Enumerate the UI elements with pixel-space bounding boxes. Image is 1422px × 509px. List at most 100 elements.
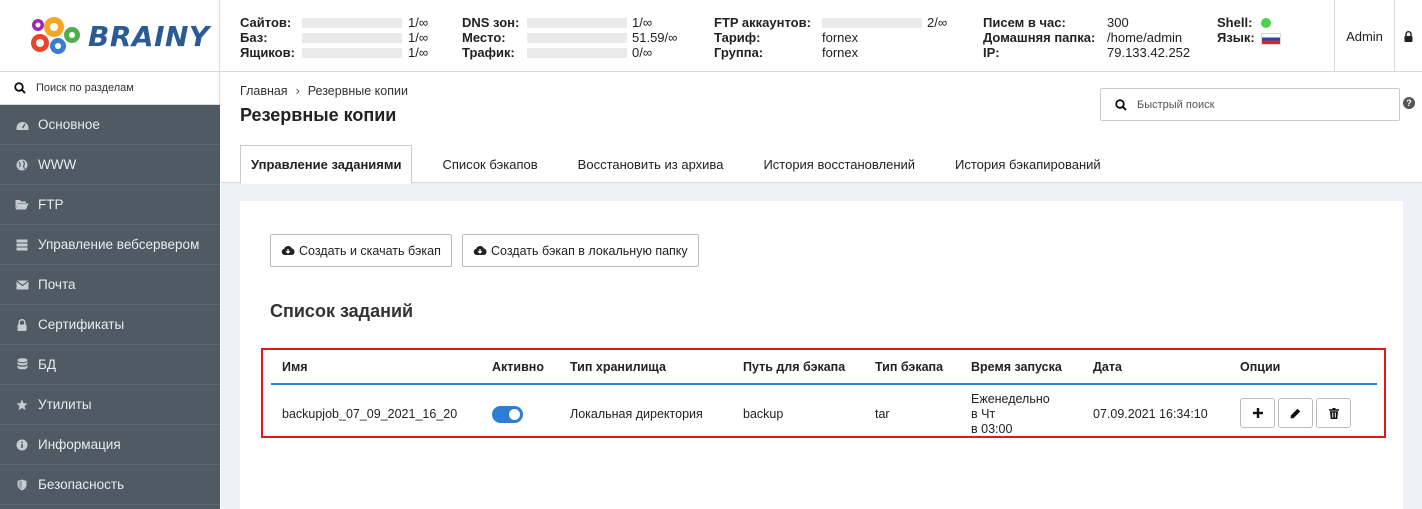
column-header-backup-type: Тип бэкапа xyxy=(875,360,944,374)
star-icon xyxy=(16,399,28,410)
stats-group-limits: Сайтов: 1/∞ Баз: 1/∞ Ящиков: 1/∞ xyxy=(240,15,448,60)
cloud-download-icon xyxy=(473,245,487,255)
tab-backup-list[interactable]: Список бэкапов xyxy=(422,145,557,183)
column-header-date: Дата xyxy=(1093,360,1122,374)
sidebar-item-label: Утилиты xyxy=(38,397,92,412)
sidebar-item-webserver[interactable]: Управление вебсервером xyxy=(0,225,220,265)
job-backup-path: backup xyxy=(743,407,784,421)
stats-group-shell-lang: Shell: Язык: xyxy=(1217,15,1281,45)
stat-label: Сайтов: xyxy=(240,15,292,30)
sidebar-search[interactable]: Поиск по разделам xyxy=(0,72,220,105)
button-label: Создать и скачать бэкап xyxy=(299,243,441,258)
breadcrumb-home-link[interactable]: Главная xyxy=(240,84,288,98)
envelope-icon xyxy=(15,279,29,289)
sidebar-item-databases[interactable]: БД xyxy=(0,345,220,385)
stat-value: 1/∞ xyxy=(632,15,653,30)
help-icon[interactable]: ? xyxy=(1403,97,1415,109)
sidebar-item-information[interactable]: Информация xyxy=(0,425,220,465)
stat-label: IP: xyxy=(983,45,1000,60)
trash-icon xyxy=(1328,407,1339,419)
stat-ftp-accounts: FTP аккаунтов: 2/∞ xyxy=(714,15,947,30)
lock-icon xyxy=(17,318,27,331)
stat-traffic: Трафик: 0/∞ xyxy=(462,45,692,60)
info-icon xyxy=(16,439,28,450)
stat-label: Трафик: xyxy=(462,45,515,60)
jobs-list-title: Список заданий xyxy=(270,301,414,321)
russian-flag-icon[interactable] xyxy=(1261,33,1281,45)
usage-bar xyxy=(302,47,402,58)
job-edit-button[interactable] xyxy=(1278,398,1313,428)
breadcrumb-chevron-icon: › xyxy=(295,84,300,98)
stat-shell: Shell: xyxy=(1217,15,1281,30)
search-icon xyxy=(1115,98,1127,111)
sidebar-item-mail[interactable]: Почта xyxy=(0,265,220,305)
jobs-table-header: Имя Активно Тип хранилища Путь для бэкап… xyxy=(271,350,1377,385)
sidebar-item-label: Информация xyxy=(38,437,121,452)
main-content: Главная › Резервные копии Резервные копии … xyxy=(221,72,1422,509)
stat-value: fornex xyxy=(822,45,859,60)
sidebar-item-label: БД xyxy=(38,357,57,372)
stat-value: 1/∞ xyxy=(408,30,429,45)
sidebar-item-certificates[interactable]: Сертификаты xyxy=(0,305,220,345)
quick-search-placeholder: Быстрый поиск xyxy=(1137,98,1215,111)
usage-bar xyxy=(527,32,627,43)
gears-logo-icon xyxy=(31,17,80,54)
stats-group-resources: DNS зон: 1/∞ Место: 51.59/∞ Трафик: 0/∞ xyxy=(462,15,692,60)
sidebar: Поиск по разделам Основное WWW FTP Управ… xyxy=(0,72,220,509)
tab-manage-jobs[interactable]: Управление заданиями xyxy=(240,145,413,184)
sidebar-item-security[interactable]: Безопасность xyxy=(0,465,220,505)
stat-label: Ящиков: xyxy=(240,45,295,60)
create-local-backup-button[interactable]: Создать бэкап в локальную папку xyxy=(462,234,699,267)
tab-restore-from-archive[interactable]: Восстановить из архива xyxy=(558,145,744,183)
run-time-line: Еженедельно xyxy=(971,392,1050,406)
lock-icon xyxy=(1404,30,1413,42)
stat-language: Язык: xyxy=(1217,30,1281,45)
sidebar-item-label: Почта xyxy=(38,277,76,292)
job-run-time: Еженедельно в Чт в 03:00 xyxy=(971,392,1050,437)
stat-disk-space: Место: 51.59/∞ xyxy=(462,30,692,45)
sidebar-item-label: Сертификаты xyxy=(38,317,125,332)
stat-value: /home/admin xyxy=(1107,30,1183,45)
stat-value: 0/∞ xyxy=(632,45,653,60)
logout-button[interactable] xyxy=(1394,0,1422,72)
search-icon xyxy=(14,82,26,94)
tab-backup-history[interactable]: История бэкапирований xyxy=(935,145,1121,183)
stat-tariff: Тариф: fornex xyxy=(714,30,947,45)
job-delete-button[interactable] xyxy=(1316,398,1351,428)
sidebar-item-www[interactable]: WWW xyxy=(0,145,220,185)
column-header-options: Опции xyxy=(1240,360,1281,374)
jobs-panel: Создать и скачать бэкап Создать бэкап в … xyxy=(240,201,1403,509)
usage-bar xyxy=(822,17,922,28)
sidebar-item-utilities[interactable]: Утилиты xyxy=(0,385,220,425)
create-download-backup-button[interactable]: Создать и скачать бэкап xyxy=(270,234,452,267)
job-name: backupjob_07_09_2021_16_20 xyxy=(282,407,458,421)
sidebar-item-main[interactable]: Основное xyxy=(0,105,220,145)
stat-ip: IP: 79.133.42.252 xyxy=(983,45,1190,60)
page-header: Главная › Резервные копии Резервные копии … xyxy=(221,72,1422,184)
plus-icon xyxy=(1252,408,1263,418)
user-menu[interactable]: Admin xyxy=(1334,0,1394,72)
job-active-toggle[interactable] xyxy=(492,406,523,423)
stat-value: 51.59/∞ xyxy=(632,30,678,45)
sidebar-search-placeholder: Поиск по разделам xyxy=(36,82,134,94)
column-header-active: Активно xyxy=(492,360,544,374)
top-header: BRAINY Сайтов: 1/∞ Баз: 1/∞ Ящиков: 1/∞ DNS… xyxy=(0,0,1422,72)
page-title: Резервные копии xyxy=(240,105,397,125)
quick-search-input[interactable]: Быстрый поиск xyxy=(1100,88,1400,121)
job-date: 07.09.2021 16:34:10 xyxy=(1093,407,1208,421)
stat-group: Группа: fornex xyxy=(714,45,947,60)
sidebar-item-ftp[interactable]: FTP xyxy=(0,185,220,225)
job-add-button[interactable] xyxy=(1240,398,1275,428)
sidebar-item-label: WWW xyxy=(38,157,77,172)
stat-label: FTP аккаунтов: xyxy=(714,15,811,30)
tab-restore-history[interactable]: История восстановлений xyxy=(743,145,935,183)
brainy-logo[interactable]: BRAINY xyxy=(0,0,220,72)
column-header-run-time: Время запуска xyxy=(971,360,1062,374)
stat-value: 300 xyxy=(1107,15,1129,30)
stat-databases: Баз: 1/∞ xyxy=(240,30,448,45)
stat-value: 79.133.42.252 xyxy=(1107,45,1191,60)
pencil-icon xyxy=(1290,408,1301,418)
server-icon xyxy=(16,239,28,250)
stat-label: Баз: xyxy=(240,30,268,45)
dashboard-icon xyxy=(16,121,28,130)
